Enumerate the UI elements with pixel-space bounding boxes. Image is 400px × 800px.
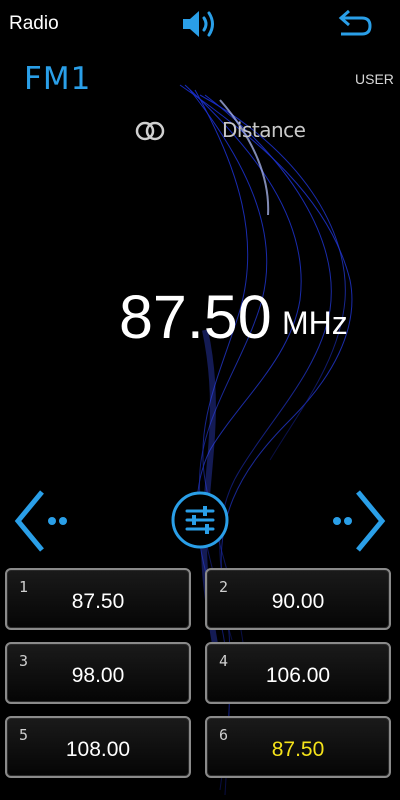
preset-frequency: 90.00	[271, 590, 325, 613]
preset-button-2[interactable]: 2 90.00	[205, 568, 391, 630]
preset-frequency-active: 87.50	[271, 738, 325, 761]
preset-frequency: 108.00	[65, 738, 131, 761]
preset-button-6[interactable]: 6 87.50	[205, 716, 391, 778]
mode-label[interactable]: Distance	[222, 118, 306, 142]
frequency-value: 87.50	[119, 283, 272, 351]
preset-button-3[interactable]: 3 98.00	[5, 642, 191, 704]
band-label[interactable]: FM1	[24, 61, 91, 97]
equalizer-icon[interactable]	[170, 490, 230, 550]
preset-button-4[interactable]: 4 106.00	[205, 642, 391, 704]
app-title: Radio	[9, 13, 59, 34]
preset-button-1[interactable]: 1 87.50	[5, 568, 191, 630]
preset-frequency: 106.00	[265, 664, 331, 687]
stereo-icon	[135, 121, 165, 141]
preset-button-5[interactable]: 5 108.00	[5, 716, 191, 778]
frequency-unit: MHz	[282, 305, 348, 341]
seek-next-icon[interactable]	[330, 486, 390, 556]
preset-frequency: 98.00	[71, 664, 125, 687]
speaker-icon[interactable]	[180, 7, 220, 41]
user-label[interactable]: USER	[355, 71, 394, 87]
seek-prev-icon[interactable]	[10, 486, 70, 556]
return-icon[interactable]	[335, 8, 375, 40]
preset-frequency: 87.50	[71, 590, 125, 613]
